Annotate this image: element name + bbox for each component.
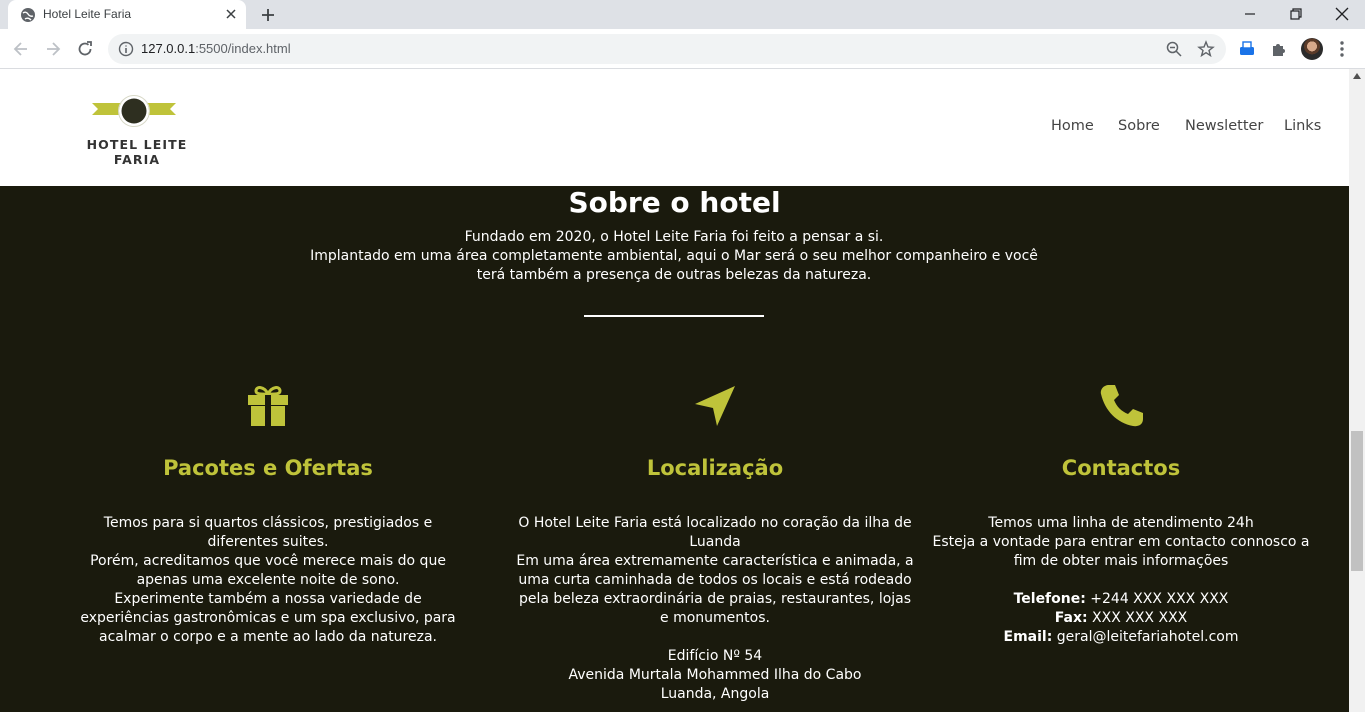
offers-title: Pacotes e Ofertas — [163, 456, 373, 480]
logo-mark-icon — [92, 95, 176, 127]
extension-printer-icon[interactable] — [1237, 39, 1257, 59]
section-divider — [584, 315, 764, 317]
offers-paragraph: Experimente também a nossa variedade de … — [80, 591, 456, 645]
address-line: Avenida Murtala Mohammed Ilha do Cabo — [568, 667, 862, 683]
back-icon[interactable] — [11, 39, 31, 59]
close-tab-icon[interactable] — [223, 6, 239, 22]
hotel-logo[interactable]: HOTEL LEITE FARIA — [62, 93, 212, 167]
about-title: Sobre o hotel — [568, 186, 781, 219]
url-text: 127.0.0.1:5500/index.html — [141, 41, 291, 56]
nav-newsletter[interactable]: Newsletter — [1185, 118, 1263, 134]
address-line: Edifício Nº 54 — [667, 648, 763, 664]
minimize-icon[interactable] — [1240, 4, 1260, 24]
restore-icon[interactable] — [1286, 4, 1306, 24]
nav-home[interactable]: Home — [1051, 118, 1094, 134]
gift-icon — [248, 386, 288, 426]
profile-avatar[interactable] — [1301, 38, 1323, 60]
contacts-paragraph: Esteja a vontade para entrar em contacto… — [932, 534, 1310, 569]
about-text: Fundado em 2020, o Hotel Leite Faria foi… — [310, 228, 1038, 285]
zoom-out-icon[interactable] — [1165, 40, 1183, 58]
phone-line: Telefone: +244 XXX XXX XXX — [921, 590, 1321, 609]
phone-value: +244 XXX XXX XXX — [1090, 591, 1229, 607]
browser-toolbar: 127.0.0.1:5500/index.html — [0, 29, 1365, 69]
phone-label: Telefone: — [1013, 591, 1086, 607]
about-section: Sobre o hotel Fundado em 2020, o Hotel L… — [0, 186, 1349, 712]
site-header: HOTEL LEITE FARIA Home Sobre Newsletter … — [0, 69, 1349, 186]
fax-label: Fax: — [1054, 610, 1088, 626]
contacts-text: Temos uma linha de atendimento 24h Estej… — [921, 514, 1321, 647]
location-title: Localização — [646, 456, 784, 480]
phone-icon — [1100, 385, 1143, 427]
email-label: Email: — [1003, 629, 1053, 645]
globe-icon — [21, 8, 35, 22]
about-line-2: Implantado em uma área completamente amb… — [310, 248, 1038, 283]
scroll-up-arrow-icon[interactable] — [1353, 73, 1361, 79]
offers-paragraph: Temos para si quartos clássicos, prestig… — [103, 515, 433, 550]
browser-tab[interactable]: Hotel Leite Faria — [8, 0, 246, 29]
tab-title: Hotel Leite Faria — [43, 7, 132, 21]
about-line-1: Fundado em 2020, o Hotel Leite Faria foi… — [464, 229, 884, 245]
nav-links[interactable]: Links — [1284, 118, 1321, 134]
location-paragraph: Em uma área extremamente característica … — [516, 553, 914, 626]
info-icon[interactable] — [118, 41, 134, 57]
logo-text: HOTEL LEITE FARIA — [86, 137, 188, 167]
url-path: :5500/index.html — [195, 41, 291, 56]
reload-icon[interactable] — [75, 39, 95, 59]
address-line: Luanda, Angola — [660, 686, 770, 702]
email-line: Email: geral@leitefariahotel.com — [921, 628, 1321, 647]
fax-value: XXX XXX XXX — [1092, 610, 1188, 626]
nav-sobre[interactable]: Sobre — [1118, 118, 1160, 134]
location-paragraph: O Hotel Leite Faria está localizado no c… — [518, 515, 912, 550]
scroll-thumb[interactable] — [1351, 431, 1363, 571]
email-value[interactable]: geral@leitefariahotel.com — [1057, 629, 1239, 645]
offers-paragraph: Porém, acreditamos que você merece mais … — [90, 553, 446, 588]
page-viewport: HOTEL LEITE FARIA Home Sobre Newsletter … — [0, 69, 1349, 712]
bookmark-star-icon[interactable] — [1197, 40, 1215, 58]
extensions-puzzle-icon[interactable] — [1269, 39, 1289, 59]
contacts-paragraph: Temos uma linha de atendimento 24h — [988, 515, 1254, 531]
contacts-title: Contactos — [1061, 456, 1181, 480]
location-text: O Hotel Leite Faria está localizado no c… — [515, 514, 915, 704]
more-menu-icon[interactable] — [1336, 39, 1348, 59]
location-arrow-icon — [695, 386, 735, 426]
address-bar[interactable]: 127.0.0.1:5500/index.html — [108, 34, 1226, 64]
tab-strip: Hotel Leite Faria — [0, 0, 1365, 29]
new-tab-icon[interactable] — [258, 5, 278, 25]
fax-line: Fax: XXX XXX XXX — [921, 609, 1321, 628]
page-scrollbar[interactable] — [1349, 69, 1365, 712]
url-host: 127.0.0.1 — [141, 41, 196, 56]
close-window-icon[interactable] — [1332, 4, 1352, 24]
offers-text: Temos para si quartos clássicos, prestig… — [68, 514, 468, 647]
forward-icon[interactable] — [43, 39, 63, 59]
